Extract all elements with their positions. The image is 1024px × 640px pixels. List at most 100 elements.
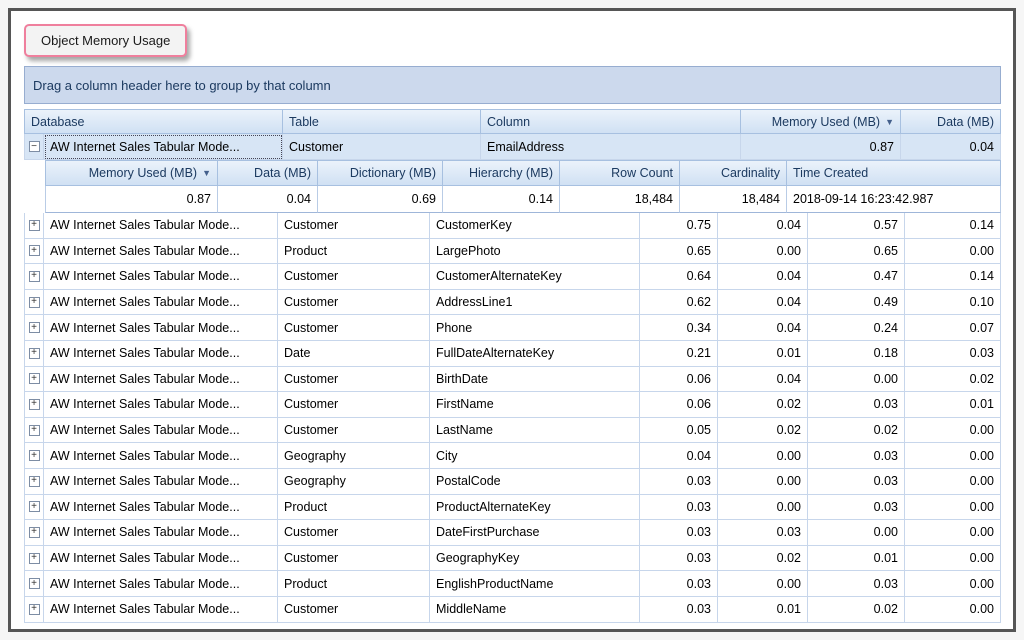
cell-column: BirthDate: [430, 367, 640, 393]
cell-memory-used: 0.05: [640, 418, 718, 444]
column-header-label: Table: [289, 115, 319, 129]
table-row[interactable]: + AW Internet Sales Tabular Mode...Produc…: [24, 495, 1001, 521]
expand-icon: +: [29, 297, 40, 308]
expand-button[interactable]: +: [24, 315, 44, 341]
table-row[interactable]: +AW Internet Sales Tabular Mode...Custom…: [24, 290, 1001, 316]
table-row[interactable]: +AW Internet Sales Tabular Mode...Custom…: [24, 418, 1001, 444]
expand-button[interactable]: +: [24, 546, 44, 572]
column-header-data[interactable]: Data (MB): [901, 109, 1001, 134]
expand-icon: +: [29, 501, 40, 512]
expand-icon: +: [29, 399, 40, 410]
column-header-label: Database: [31, 115, 85, 129]
expanded-row[interactable]: − AW Internet Sales Tabular Mode... Cust…: [24, 134, 1001, 160]
group-by-panel[interactable]: Drag a column header here to group by th…: [24, 66, 1001, 104]
cell-table: Customer: [278, 546, 430, 572]
cell-data: 0.01: [718, 597, 808, 623]
column-header-label: Dictionary (MB): [350, 166, 436, 180]
cell-dictionary: 0.24: [808, 315, 905, 341]
column-header-label: Row Count: [611, 166, 673, 180]
table-row[interactable]: +AW Internet Sales Tabular Mode...Custom…: [24, 392, 1001, 418]
cell-dictionary: 0.47: [808, 264, 905, 290]
expand-button[interactable]: +: [24, 520, 44, 546]
table-row[interactable]: +AW Internet Sales Tabular Mode...Geogra…: [24, 469, 1001, 495]
detail-cell-data: 0.04: [218, 186, 318, 213]
column-header-memory-used[interactable]: Memory Used (MB) ▼: [741, 109, 901, 134]
expand-button[interactable]: +: [24, 392, 44, 418]
cell-memory-used: 0.06: [640, 392, 718, 418]
table-row[interactable]: +AW Internet Sales Tabular Mode...Custom…: [24, 546, 1001, 572]
table-row[interactable]: +AW Internet Sales Tabular Mode...Geogra…: [24, 443, 1001, 469]
expand-button[interactable]: +: [24, 443, 44, 469]
cell-data: 0.04: [718, 367, 808, 393]
table-row[interactable]: +AW Internet Sales Tabular Mode...DateFu…: [24, 341, 1001, 367]
expand-button[interactable]: +: [24, 367, 44, 393]
detail-header-data[interactable]: Data (MB): [218, 160, 318, 186]
expand-icon: +: [29, 271, 40, 282]
cell-dictionary: 0.03: [808, 443, 905, 469]
table-row[interactable]: +AW Internet Sales Tabular Mode...Produc…: [24, 239, 1001, 265]
expand-button[interactable]: +: [24, 213, 44, 239]
column-header-column[interactable]: Column: [481, 109, 741, 134]
cell-dictionary: 0.02: [808, 418, 905, 444]
column-header-table[interactable]: Table: [283, 109, 481, 134]
table-row[interactable]: +AW Internet Sales Tabular Mode...Custom…: [24, 264, 1001, 290]
cell-hierarchy: 0.00: [905, 571, 1001, 597]
cell-hierarchy: 0.00: [905, 495, 1001, 521]
table-row[interactable]: +AW Internet Sales Tabular Mode...Custom…: [24, 367, 1001, 393]
detail-header-cardinality[interactable]: Cardinality: [680, 160, 787, 186]
cell-data: 0.00: [718, 469, 808, 495]
expand-button[interactable]: +: [24, 264, 44, 290]
cell-dictionary: 0.01: [808, 546, 905, 572]
cell-table: Customer: [283, 134, 481, 160]
table-row[interactable]: +AW Internet Sales Tabular Mode...Custom…: [24, 520, 1001, 546]
group-by-hint: Drag a column header here to group by th…: [33, 78, 331, 93]
cell-column: LastName: [430, 418, 640, 444]
cell-column: Phone: [430, 315, 640, 341]
expand-button[interactable]: +: [24, 341, 44, 367]
expand-button[interactable]: +: [24, 495, 44, 521]
expand-button[interactable]: +: [24, 239, 44, 265]
table-row[interactable]: +AW Internet Sales Tabular Mode...Produc…: [24, 571, 1001, 597]
detail-header-row-count[interactable]: Row Count: [560, 160, 680, 186]
detail-header-memory-used[interactable]: Memory Used (MB) ▼: [45, 160, 218, 186]
cell-data: 0.04: [718, 213, 808, 239]
cell-database: AW Internet Sales Tabular Mode...: [44, 495, 278, 521]
cell-memory-used: 0.65: [640, 239, 718, 265]
table-row[interactable]: +AW Internet Sales Tabular Mode...Custom…: [24, 315, 1001, 341]
expand-icon: +: [29, 220, 40, 231]
expand-button[interactable]: +: [24, 597, 44, 623]
cell-database: AW Internet Sales Tabular Mode...: [44, 571, 278, 597]
cell-hierarchy: 0.10: [905, 290, 1001, 316]
cell-memory-used: 0.62: [640, 290, 718, 316]
cell-dictionary: 0.49: [808, 290, 905, 316]
expand-button[interactable]: +: [24, 571, 44, 597]
cell-database: AW Internet Sales Tabular Mode...: [44, 264, 278, 290]
cell-table: Customer: [278, 392, 430, 418]
column-header-label: Column: [487, 115, 530, 129]
cell-table: Customer: [278, 213, 430, 239]
detail-header-row: Memory Used (MB) ▼ Data (MB) Dictionary …: [45, 160, 1001, 186]
cell-data: 0.00: [718, 239, 808, 265]
collapse-button[interactable]: −: [24, 134, 44, 160]
detail-header-hierarchy[interactable]: Hierarchy (MB): [443, 160, 560, 186]
cell-dictionary: 0.18: [808, 341, 905, 367]
expand-icon: +: [29, 553, 40, 564]
cell-data: 0.00: [718, 443, 808, 469]
table-row[interactable]: +AW Internet Sales Tabular Mode...Custom…: [24, 213, 1001, 239]
column-header-label: Data (MB): [254, 166, 311, 180]
expand-button[interactable]: +: [24, 418, 44, 444]
cell-data: 0.04: [901, 134, 1001, 160]
table-row[interactable]: +AW Internet Sales Tabular Mode...Custom…: [24, 597, 1001, 623]
expand-button[interactable]: +: [24, 469, 44, 495]
cell-dictionary: 0.02: [808, 597, 905, 623]
expand-button[interactable]: +: [24, 290, 44, 316]
cell-memory-used: 0.34: [640, 315, 718, 341]
column-header-database[interactable]: Database: [24, 109, 283, 134]
cell-table: Product: [278, 495, 430, 521]
cell-data: 0.03: [718, 520, 808, 546]
cell-database: AW Internet Sales Tabular Mode...: [44, 443, 278, 469]
detail-header-dictionary[interactable]: Dictionary (MB): [318, 160, 443, 186]
cell-data: 0.00: [718, 571, 808, 597]
tab-object-memory-usage[interactable]: Object Memory Usage: [24, 24, 187, 57]
detail-header-time-created[interactable]: Time Created: [787, 160, 1001, 186]
